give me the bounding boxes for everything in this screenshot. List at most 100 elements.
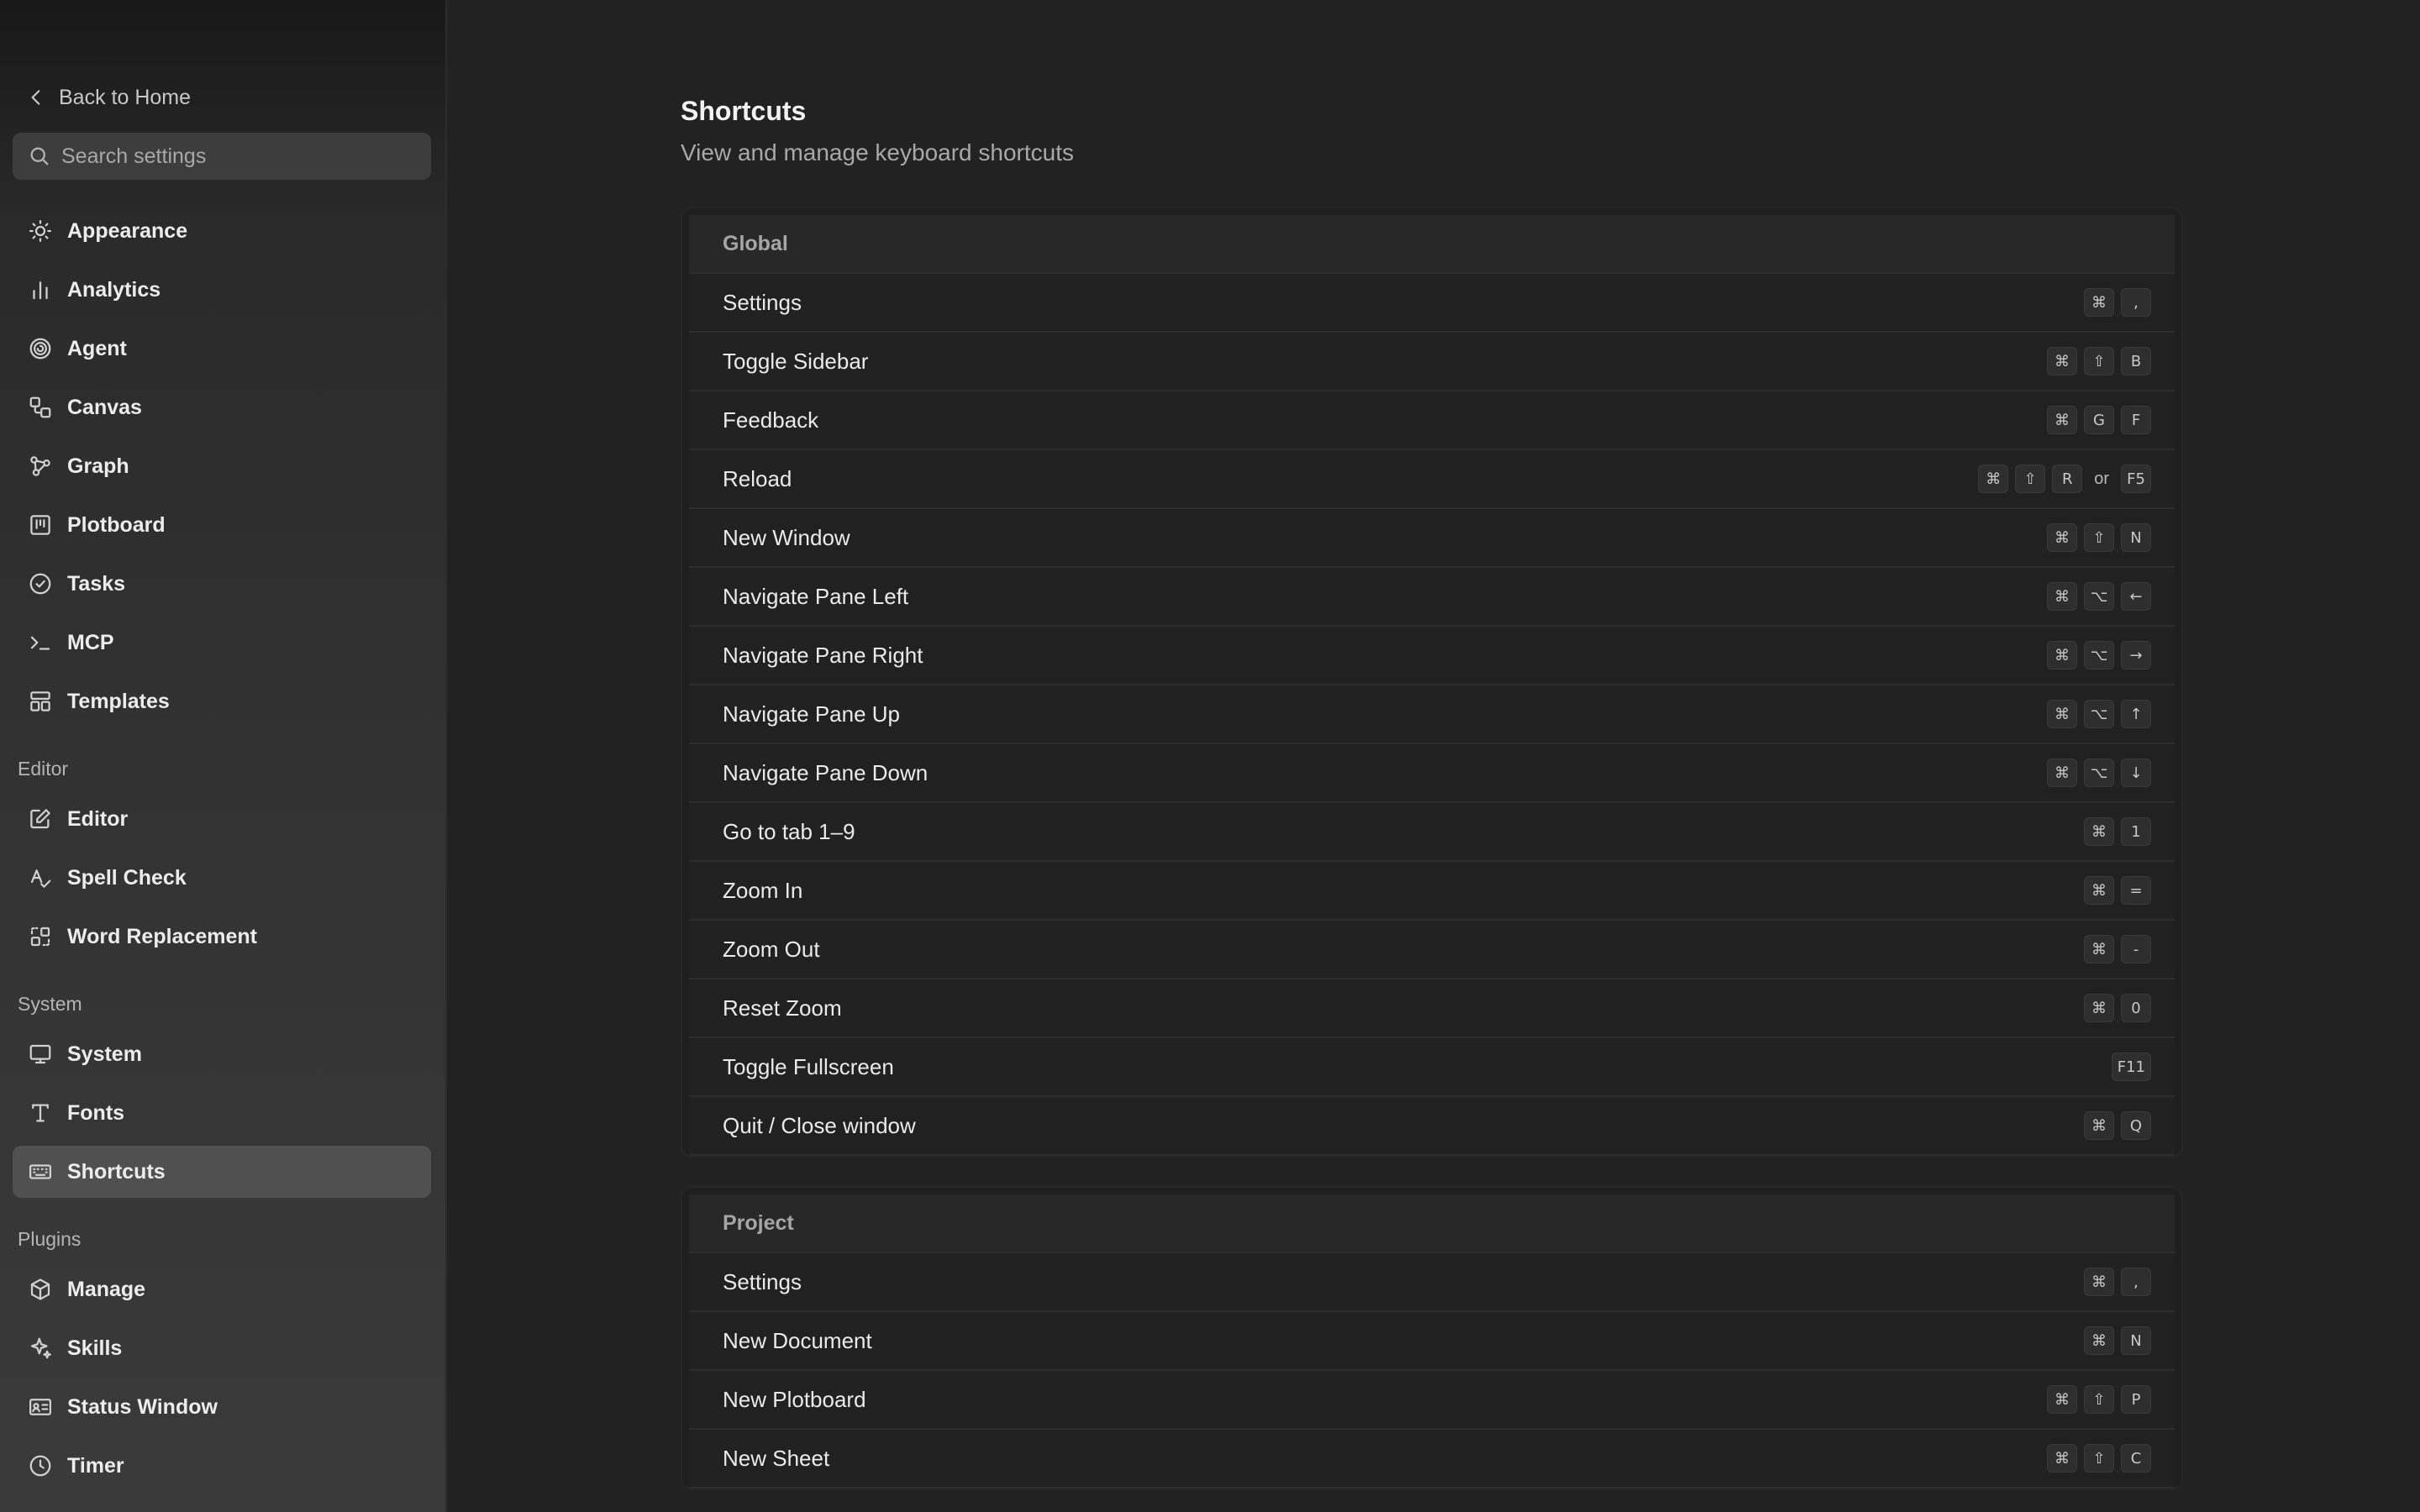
sidebar-item-fonts[interactable]: Fonts [13, 1087, 431, 1139]
shortcut-label: Settings [723, 289, 802, 315]
shortcut-keys: ⌘ G F [2040, 406, 2151, 434]
shortcut-row[interactable]: Zoom Out ⌘ - [689, 921, 2175, 979]
command-key: ⌘ [2047, 641, 2077, 669]
shortcut-keys: ⌘ ⌥ ↑ [2040, 700, 2151, 728]
search-icon [30, 147, 49, 165]
option-key: ⌥ [2084, 759, 2114, 787]
sidebar-item-label: Appearance [67, 218, 188, 243]
kanban-icon [28, 512, 53, 538]
shortcut-label: Zoom In [723, 877, 803, 903]
command-key: ⌘ [2047, 406, 2077, 434]
command-key: ⌘ [2047, 523, 2077, 552]
id-card-icon [28, 1394, 53, 1420]
shortcut-row[interactable]: Toggle Fullscreen F11 [689, 1038, 2175, 1097]
shortcut-row[interactable]: New Document ⌘ N [689, 1312, 2175, 1371]
shortcut-keys: ⌘, [2077, 1268, 2151, 1296]
shortcut-row[interactable]: Navigate Pane Down ⌘ ⌥ ↓ [689, 744, 2175, 803]
check-circle-icon [28, 571, 53, 596]
key-cap: - [2121, 935, 2151, 963]
sidebar-item-editor[interactable]: Editor [13, 793, 431, 845]
sidebar-item-timer[interactable]: Timer [13, 1440, 431, 1492]
sidebar-item-canvas[interactable]: Canvas [13, 381, 431, 433]
shortcut-keys: ⌘ - [2077, 935, 2151, 963]
sidebar-item-spell-check[interactable]: Spell Check [13, 852, 431, 904]
shortcut-row[interactable]: Go to tab 1–9 ⌘ 1 [689, 803, 2175, 862]
key-cap: R [2052, 465, 2083, 493]
settings-sidebar: Back to Home Appearance Analytics Agent … [0, 0, 447, 1512]
shortcut-keys: F11 [2105, 1053, 2151, 1081]
sidebar-item-status-window[interactable]: Status Window [13, 1381, 431, 1433]
sidebar-item-word-replacement[interactable]: Word Replacement [13, 911, 431, 963]
shortcut-row[interactable]: Quit / Close window ⌘ Q [689, 1097, 2175, 1156]
sidebar-item-tasks[interactable]: Tasks [13, 558, 431, 610]
shortcut-row[interactable]: Zoom In ⌘ = [689, 862, 2175, 921]
shortcut-label: New Sheet [723, 1445, 830, 1471]
sidebar-item-appearance[interactable]: Appearance [13, 205, 431, 257]
sidebar-item-plotboard[interactable]: Plotboard [13, 499, 431, 551]
group-header: Global [689, 215, 2175, 274]
shortcut-keys: ⌘ N [2077, 1326, 2151, 1355]
package-icon [28, 1277, 53, 1302]
sidebar-item-shortcuts[interactable]: Shortcuts [13, 1146, 431, 1198]
sidebar-item-label: Status Window [67, 1394, 218, 1419]
shortcut-row[interactable]: Navigate Pane Up ⌘ ⌥ ↑ [689, 685, 2175, 744]
shift-key: ⇧ [2015, 465, 2046, 493]
or-separator: or [2094, 469, 2109, 488]
sidebar-item-analytics[interactable]: Analytics [13, 264, 431, 316]
shortcut-label: Toggle Fullscreen [723, 1053, 894, 1079]
sidebar-item-manage[interactable]: Manage [13, 1263, 431, 1315]
search-settings-input[interactable] [60, 143, 413, 170]
shortcut-row[interactable]: New Plotboard ⌘ ⇧ P [689, 1371, 2175, 1430]
shortcut-row[interactable]: Feedback ⌘ G F [689, 391, 2175, 450]
shift-key: ⇧ [2084, 347, 2114, 375]
chevron-left-icon [31, 90, 40, 105]
shortcut-row[interactable]: Navigate Pane Left ⌘ ⌥ ← [689, 568, 2175, 627]
sidebar-item-label: System [67, 1042, 142, 1066]
key-cap: F [2121, 406, 2151, 434]
back-to-home-link[interactable]: Back to Home [25, 81, 191, 114]
shortcut-label: Toggle Sidebar [723, 348, 869, 374]
shortcut-row[interactable]: Settings ⌘, [689, 1253, 2175, 1312]
shortcut-label: New Document [723, 1327, 872, 1353]
shift-key: ⇧ [2084, 523, 2114, 552]
command-key: ⌘ [2047, 759, 2077, 787]
sidebar-item-graph[interactable]: Graph [13, 440, 431, 492]
command-key: ⌘ [1978, 465, 2009, 493]
shortcut-row[interactable]: New Sheet ⌘ ⇧ C [689, 1430, 2175, 1488]
shortcut-row[interactable]: Reload ⌘ ⇧ Ror F5 [689, 450, 2175, 509]
key-cap: , [2121, 1268, 2151, 1296]
sidebar-item-templates[interactable]: Templates [13, 675, 431, 727]
sidebar-item-mcp[interactable]: MCP [13, 617, 431, 669]
shortcut-group-global: Global Settings ⌘, Toggle Sidebar ⌘ ⇧ B Feedba… [681, 207, 2183, 1158]
sidebar-item-skills[interactable]: Skills [13, 1322, 431, 1374]
shortcut-row[interactable]: Reset Zoom ⌘ 0 [689, 979, 2175, 1038]
command-key: ⌘ [2047, 1444, 2077, 1473]
key-cap: , [2121, 288, 2151, 317]
option-key: ⌥ [2084, 582, 2114, 611]
sidebar-item-label: MCP [67, 630, 114, 654]
sidebar-item-label: Tasks [67, 571, 126, 596]
monitor-icon [28, 1042, 53, 1067]
page-subtitle: View and manage keyboard shortcuts [681, 139, 1074, 165]
key-cap: B [2121, 347, 2151, 375]
sidebar-item-label: Canvas [67, 395, 142, 419]
shortcut-keys: ⌘ ⇧ C [2040, 1444, 2151, 1473]
sidebar-item-label: Spell Check [67, 865, 187, 890]
search-settings-box[interactable] [13, 133, 431, 180]
shortcut-row[interactable]: Toggle Sidebar ⌘ ⇧ B [689, 333, 2175, 391]
spell-check-icon [28, 865, 53, 890]
shortcut-row[interactable]: New Window ⌘ ⇧ N [689, 509, 2175, 568]
sidebar-item-label: Editor [67, 806, 129, 831]
pencil-square-icon [28, 806, 53, 832]
shortcut-label: Reload [723, 465, 792, 491]
shortcut-row[interactable]: Settings ⌘, [689, 274, 2175, 333]
shortcut-row[interactable]: Navigate Pane Right ⌘ ⌥ → [689, 627, 2175, 685]
keyboard-icon [28, 1159, 53, 1184]
command-key: ⌘ [2084, 935, 2114, 963]
key-cap: = [2121, 876, 2151, 905]
type-icon [28, 1100, 53, 1126]
sidebar-item-system[interactable]: System [13, 1028, 431, 1080]
sidebar-item-agent[interactable]: Agent [13, 323, 431, 375]
sidebar-item-label: Manage [67, 1277, 146, 1301]
key-cap: C [2121, 1444, 2151, 1473]
